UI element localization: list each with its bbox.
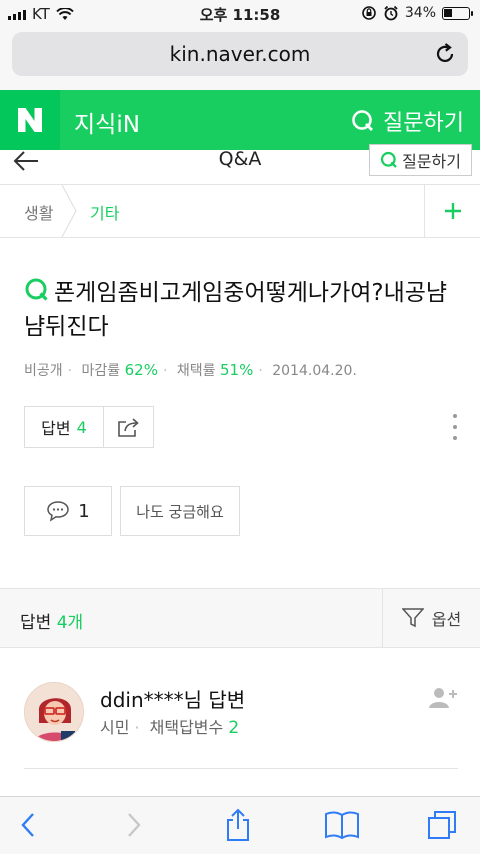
- battery-icon: [442, 6, 473, 20]
- ask-question-button[interactable]: 질문하기: [369, 144, 472, 176]
- answer-count-button[interactable]: 답변 4: [24, 406, 104, 448]
- question-title: 폰게임좀비고게임중어떻게나가여?내공냠냠뒤진다: [24, 276, 464, 344]
- answers-label: 답변: [20, 613, 52, 633]
- breadcrumb-category-life[interactable]: 생활: [24, 200, 53, 224]
- options-label: 옵션: [431, 610, 462, 629]
- status-bar: KT 오후 11:58 34%: [0, 0, 480, 28]
- book-icon: [325, 811, 359, 840]
- answerer-rank: 시민: [100, 718, 130, 737]
- chevron-right-icon: [128, 813, 141, 837]
- answerer-name[interactable]: ddin****님 답변: [100, 684, 245, 713]
- sub-navigation: Q&A 질문하기: [0, 144, 480, 184]
- browser-share-button[interactable]: [220, 807, 256, 843]
- answers-header: 답변 4개 옵션: [0, 588, 480, 648]
- battery-percent: 34%: [404, 5, 436, 21]
- q-icon: [352, 110, 374, 131]
- reload-icon[interactable]: [432, 41, 458, 67]
- close-rate-value: 62%: [124, 361, 158, 379]
- naver-n-icon: [18, 108, 42, 132]
- breadcrumb-separator: [61, 185, 77, 237]
- browser-tabs-button[interactable]: [424, 807, 460, 843]
- comment-button[interactable]: 1: [24, 486, 112, 536]
- question-author: 비공개: [24, 363, 63, 379]
- adopted-answers-count: 2: [228, 718, 240, 738]
- q-icon: [381, 151, 397, 168]
- header-ask-button[interactable]: 질문하기: [351, 105, 464, 137]
- comment-count: 1: [78, 500, 90, 522]
- tabs-icon: [428, 811, 456, 839]
- site-header: 지식iN 질문하기: [0, 90, 480, 150]
- plus-icon: [445, 203, 461, 219]
- category-breadcrumb: 생활 기타: [0, 184, 480, 238]
- answerer-meta: 시민 · 채택답변수 2: [100, 718, 240, 738]
- question-reactions: 1 나도 궁금해요: [24, 486, 240, 536]
- ask-question-label: 질문하기: [402, 152, 461, 171]
- rotation-lock-icon: [362, 6, 376, 20]
- question-date: 2014.04.20.: [272, 363, 357, 379]
- answers-count-heading: 답변 4개: [20, 608, 83, 633]
- answer-button-count: 4: [76, 417, 87, 437]
- address-bar[interactable]: kin.naver.com: [12, 32, 468, 76]
- add-category-button[interactable]: [424, 185, 480, 237]
- answers-count: 4개: [56, 613, 84, 633]
- adopted-answers-label: 채택답변수: [149, 718, 224, 737]
- chevron-left-icon: [21, 813, 34, 837]
- alarm-icon: [384, 5, 398, 21]
- close-rate-label: 마감률: [81, 363, 121, 379]
- share-button[interactable]: [104, 406, 154, 448]
- naver-logo[interactable]: [0, 90, 60, 150]
- follow-user-icon[interactable]: [428, 686, 458, 710]
- filter-icon: [401, 608, 424, 628]
- me-too-curious-button[interactable]: 나도 궁금해요: [120, 486, 240, 536]
- question-title-text: 폰게임좀비고게임중어떻게나가여?내공냠냠뒤진다: [24, 280, 448, 340]
- more-options-icon[interactable]: [450, 412, 460, 442]
- service-title[interactable]: 지식iN: [74, 105, 140, 139]
- browser-toolbar: kin.naver.com: [0, 28, 480, 90]
- adopt-rate-label: 채택률: [176, 363, 216, 379]
- question-q-icon: [25, 278, 48, 301]
- browser-bookmarks-button[interactable]: [324, 807, 360, 843]
- question-meta: 비공개 · 마감률 62% · 채택률 51% · 2014.04.20.: [24, 361, 357, 379]
- browser-bottom-toolbar: [0, 796, 480, 854]
- answer-divider: [24, 768, 458, 769]
- answer-button-label: 답변: [41, 419, 71, 438]
- share-icon: [227, 808, 249, 841]
- avatar-illustration: [25, 683, 83, 741]
- question-actions: 답변 4: [24, 406, 154, 448]
- adopt-rate-value: 51%: [219, 361, 254, 379]
- answerer-avatar[interactable]: [24, 682, 84, 742]
- share-icon: [117, 418, 139, 437]
- url-text: kin.naver.com: [169, 42, 311, 66]
- header-ask-label: 질문하기: [383, 111, 464, 136]
- comment-icon: [47, 501, 70, 522]
- browser-back-button[interactable]: [10, 807, 46, 843]
- breadcrumb-category-etc[interactable]: 기타: [90, 200, 119, 224]
- options-button[interactable]: 옵션: [382, 589, 480, 647]
- browser-forward-button[interactable]: [116, 807, 152, 843]
